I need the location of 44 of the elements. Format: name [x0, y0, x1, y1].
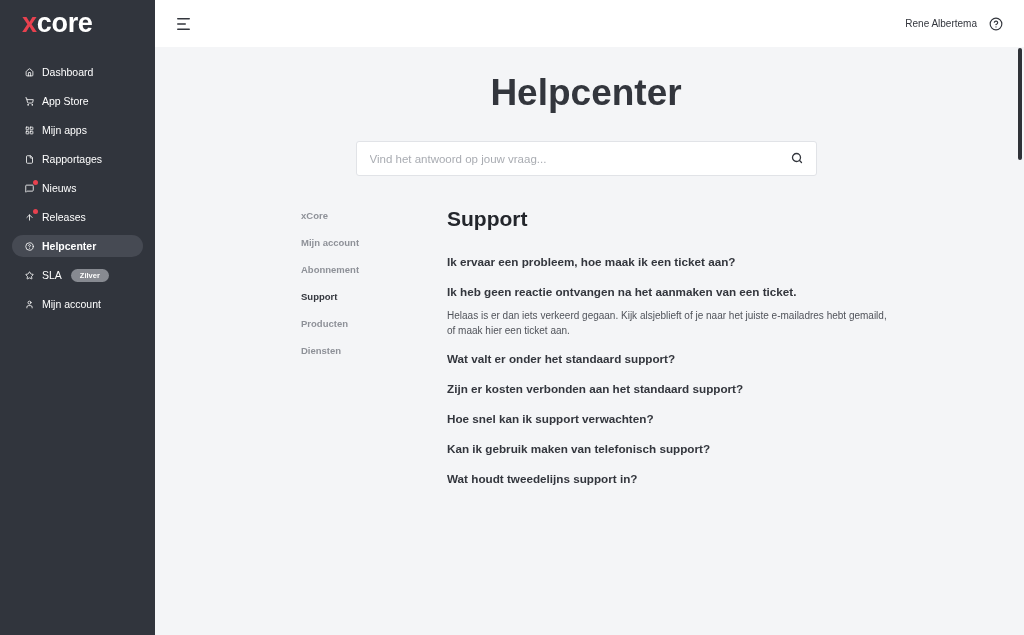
logo: xcore — [22, 8, 93, 38]
user-icon — [25, 299, 34, 309]
help-icon[interactable] — [989, 16, 1003, 31]
category-link[interactable]: Support — [301, 283, 338, 310]
faq-question[interactable]: Ik ervaar een probleem, hoe maak ik een ticket aan? — [447, 247, 736, 277]
up-arrow-icon — [25, 212, 34, 222]
sidebar-item[interactable]: Rapportages — [12, 148, 143, 170]
sidebar-item-label: Releases — [42, 211, 86, 223]
sidebar-item[interactable]: App Store — [12, 90, 143, 112]
sidebar-item[interactable]: Nieuws — [12, 177, 143, 199]
faq-question[interactable]: Zijn er kosten verbonden aan het standaard support? — [447, 374, 744, 404]
sidebar-item-label: Mijn account — [42, 298, 101, 310]
sidebar-item-label: Rapportages — [42, 153, 103, 165]
sidebar-item[interactable]: Mijn account — [12, 293, 143, 315]
faq-question[interactable]: Wat houdt tweedelijns support in? — [447, 464, 638, 494]
section-title: Support — [447, 207, 528, 231]
sidebar-item[interactable]: Dashboard — [12, 61, 143, 83]
faq-question[interactable]: Hoe snel kan ik support verwachten? — [447, 404, 654, 434]
sidebar-item-label: Mijn apps — [42, 124, 87, 136]
sidebar-item[interactable]: Helpcenter — [12, 235, 143, 257]
faq-question[interactable]: Wat valt er onder het standaard support? — [447, 344, 676, 374]
sidebar-item-label: Nieuws — [42, 182, 77, 194]
cart-icon — [25, 96, 34, 106]
sidebar-item-label: App Store — [42, 95, 89, 107]
home-icon — [25, 67, 34, 77]
page-title: Helpcenter — [490, 72, 682, 114]
faq-question[interactable]: Kan ik gebruik maken van telefonisch support? — [447, 434, 711, 464]
sidebar-item[interactable]: Mijn apps — [12, 119, 143, 141]
sidebar-item-label: Helpcenter — [42, 240, 97, 252]
search-field[interactable]: Vind het antwoord op jouw vraag... — [355, 141, 817, 176]
help-icon — [25, 241, 34, 251]
scrollbar-thumb[interactable] — [1018, 48, 1022, 160]
document-icon — [25, 154, 34, 164]
search-icon[interactable] — [790, 152, 803, 164]
menu-icon[interactable] — [177, 17, 190, 30]
grid-icon — [25, 125, 34, 135]
user-name[interactable]: Rene Albertema — [905, 18, 977, 29]
faq-question[interactable]: Ik heb geen reactie ontvangen na het aanmaken van een ticket. — [447, 277, 797, 307]
faq-answer: Helaas is er dan iets verkeerd gegaan. Kijk alsjeblieft of je naar het juiste e-mailadres hebt gemaild, of maak hier een ticket aan. — [447, 309, 888, 338]
sidebar-item[interactable]: Releases — [12, 206, 143, 228]
sidebar-item-label: SLA — [42, 269, 62, 281]
chat-icon — [25, 183, 34, 193]
sidebar-item-label: Dashboard — [42, 66, 94, 78]
star-icon — [25, 270, 34, 280]
